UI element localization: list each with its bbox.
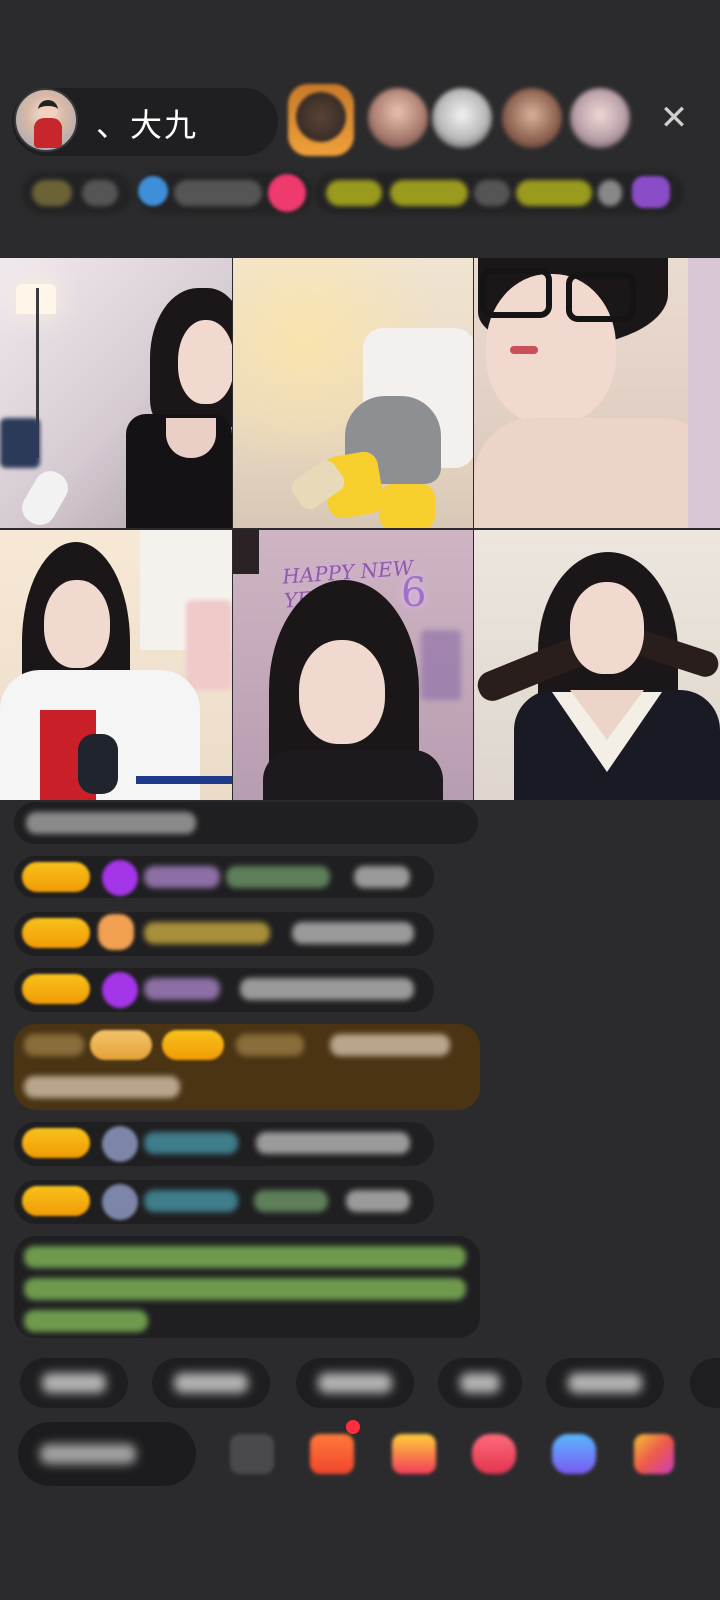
viewer-avatar-1[interactable] [288,84,354,156]
chat-text [330,1034,450,1056]
ticker-text-3 [474,180,510,206]
chat-username [236,1034,304,1056]
system-notice-text [24,1310,148,1332]
chat-username [144,866,220,888]
quick-reply-2[interactable] [152,1358,270,1408]
host-name: 、大九 [96,106,199,144]
gem-icon [102,972,138,1008]
fan-club-icon[interactable] [472,1434,516,1474]
fan-badge-icon [98,914,134,950]
treasure-icon[interactable] [392,1434,436,1474]
chat-text [346,1190,410,1212]
video-tile-2[interactable] [233,258,473,528]
chat-username [144,978,220,1000]
chat-action [226,866,330,888]
host-avatar[interactable] [14,88,78,152]
chat-text [292,922,414,944]
notification-dot [346,1420,360,1434]
level-badge [22,974,90,1004]
stats-text [82,180,118,206]
chat-text [24,1034,84,1056]
viewer-avatar-4[interactable] [502,88,562,148]
ticker-text-4 [516,180,592,206]
comment-input[interactable] [18,1422,196,1486]
viewer-avatar-3[interactable] [432,88,492,148]
chat-username [144,1190,238,1212]
user-avatar [102,1126,138,1162]
chat-text [240,978,414,1000]
quick-reply-6[interactable] [690,1358,720,1408]
quick-reply-1[interactable] [20,1358,128,1408]
chat-username [144,922,270,944]
chat-text [354,866,410,888]
video-tile-3[interactable] [474,258,720,528]
system-notice-text [24,1278,466,1300]
quick-reply-5[interactable] [546,1358,664,1408]
chat-text [26,812,196,834]
more-apps-icon[interactable] [634,1434,674,1474]
video-tile-1[interactable] [0,258,232,528]
gift-box-icon[interactable] [310,1434,354,1474]
popularity-icon [138,176,168,206]
chat-text [24,1076,180,1098]
level-badge [162,1030,224,1060]
quick-reply-3[interactable] [296,1358,414,1408]
system-notice-text [24,1246,466,1268]
gem-icon [102,860,138,896]
chat-action [254,1190,328,1212]
game-icon[interactable] [552,1434,596,1474]
emoji-icon[interactable] [230,1434,274,1474]
chat-text [256,1132,410,1154]
ticker-text-5 [598,180,622,206]
level-badge [22,862,90,892]
popularity-text [174,180,262,206]
level-badge [22,918,90,948]
close-icon[interactable]: ✕ [656,100,692,136]
level-badge [22,1186,90,1216]
ticker-text-1 [326,180,382,206]
rank-badge [32,180,72,206]
viewer-avatar-5[interactable] [570,88,630,148]
video-tile-5[interactable]: HAPPY NEW YEAR 6 [233,530,473,800]
user-avatar [102,1184,138,1220]
quick-reply-4[interactable] [438,1358,522,1408]
video-tile-6[interactable] [474,530,720,800]
heart-icon[interactable] [268,174,306,212]
ticker-badge-icon [632,176,670,208]
level-badge [22,1128,90,1158]
ticker-text-2 [390,180,468,206]
viewer-avatar-2[interactable] [368,88,428,148]
level-badge [90,1030,152,1060]
video-tile-4[interactable] [0,530,232,800]
chat-username [144,1132,238,1154]
